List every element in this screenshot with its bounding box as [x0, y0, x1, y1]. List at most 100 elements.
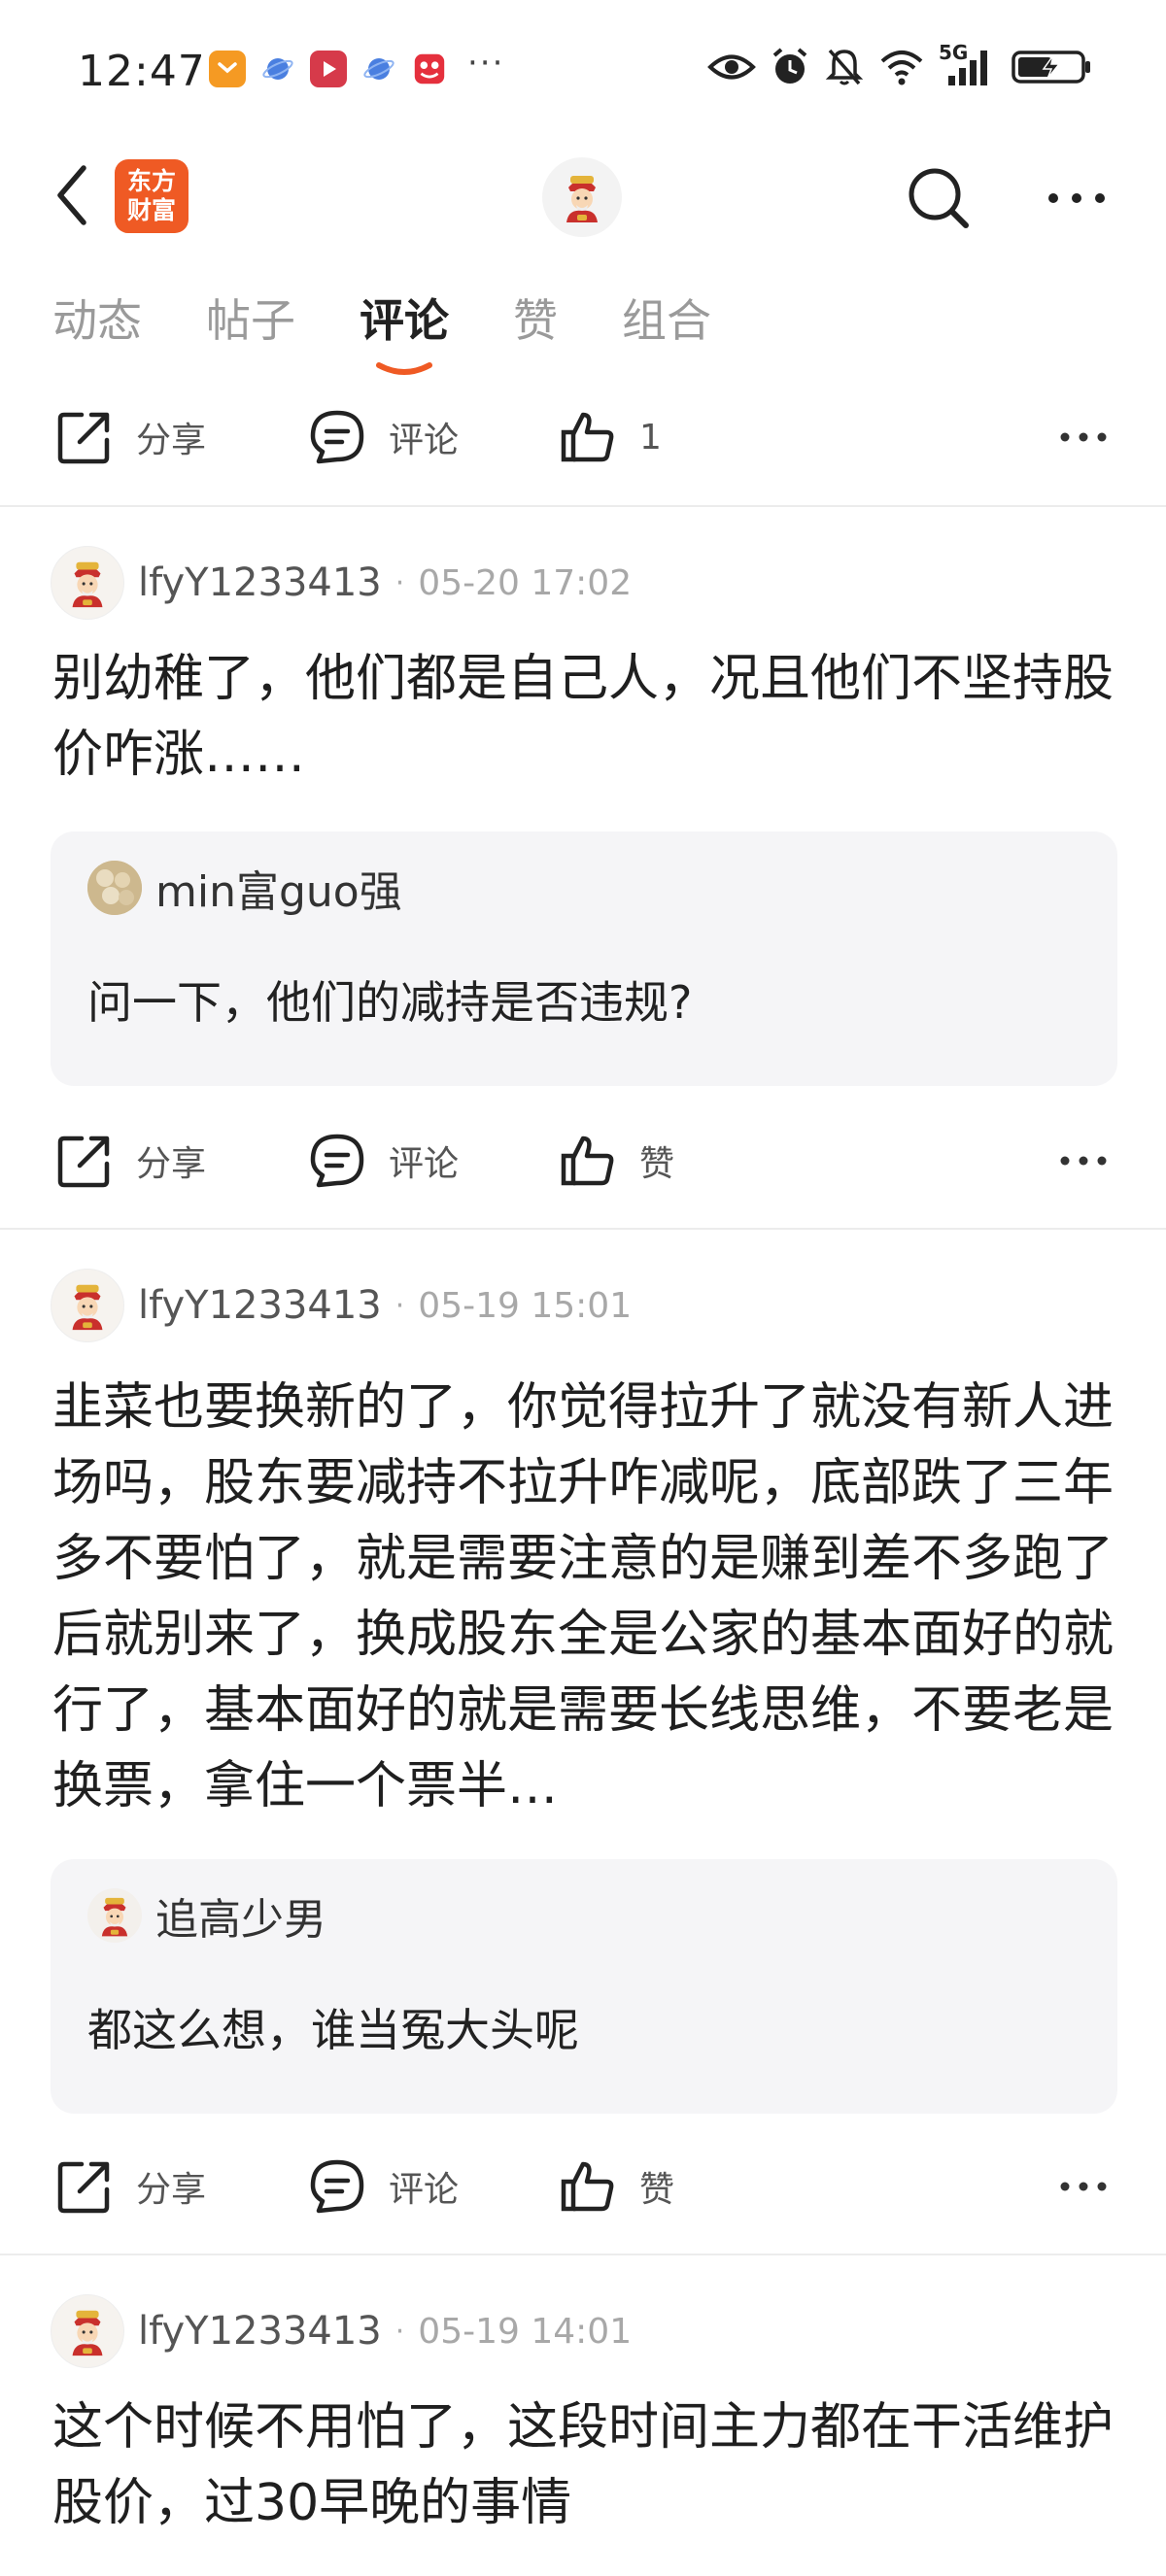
brand-logo-line2: 财富	[126, 196, 176, 224]
comment-time: 05-19 14:01	[418, 2311, 633, 2352]
comment-button[interactable]: 评论	[307, 1131, 459, 1191]
battery-charging-icon	[1012, 51, 1090, 84]
reply-text: 问一下，他们的减持是否违规?	[87, 976, 693, 1029]
reply-username[interactable]: min富guo强	[155, 857, 402, 919]
chestnut-avatar-icon	[87, 861, 142, 915]
username[interactable]: lfyY1233413	[138, 1283, 382, 1328]
fortune-god-avatar-icon	[72, 561, 103, 608]
status-bar: 12:47 ··· 5G	[0, 0, 1166, 146]
thumbs-up-icon	[561, 1135, 614, 1186]
share-label: 分享	[136, 1144, 207, 1184]
back-button[interactable]	[43, 161, 101, 229]
more-options-button[interactable]	[1040, 161, 1114, 235]
tab-portfolio[interactable]: 组合	[622, 291, 711, 369]
brand-logo[interactable]: 东方 财富	[115, 159, 189, 233]
app-notification-icon	[209, 51, 246, 87]
comment-icon	[310, 1134, 364, 1188]
comment-text[interactable]: 这个时候不用怕了，这段时间主力都在干活维护股价，过30早晚的事情	[52, 2390, 1116, 2541]
comment-text[interactable]: 别幼稚了，他们都是自己人，况且他们不坚持股价咋涨……	[52, 641, 1116, 793]
comment-icon	[310, 410, 364, 464]
fortune-god-avatar-icon	[566, 176, 598, 222]
tab-dynamic[interactable]: 动态	[52, 291, 142, 369]
comment-button[interactable]: 评论	[307, 2156, 459, 2217]
reply-text: 都这么想，谁当冤大头呢	[87, 2004, 579, 2056]
like-button[interactable]: 赞	[558, 1131, 674, 1191]
quoted-reply[interactable]: 追高少男 都这么想，谁当冤大头呢	[51, 1859, 1117, 2114]
more-horizontal-icon	[1060, 2182, 1107, 2191]
tab-likes[interactable]: 赞	[513, 291, 558, 369]
comment-header: lfyY1233413 · 05-19 14:01	[51, 2292, 632, 2370]
share-button[interactable]: 分享	[54, 2156, 206, 2217]
share-button[interactable]: 分享	[54, 1131, 206, 1191]
reply-username[interactable]: 追高少男	[155, 1884, 326, 1947]
search-icon	[909, 168, 969, 228]
share-icon	[57, 412, 110, 464]
tab-comments[interactable]: 评论	[360, 291, 449, 375]
comment-text[interactable]: 韭菜也要换新的了，你觉得拉升了就没有新人进场吗，股东要减持不拉升咋减呢，底部跌了…	[52, 1370, 1116, 1824]
separator-dot: ·	[394, 1288, 405, 1323]
user-avatar[interactable]	[51, 2294, 124, 2368]
thumbs-up-icon	[561, 2161, 614, 2212]
thumbs-up-icon	[561, 412, 614, 462]
tab-label: 赞	[513, 294, 558, 347]
search-button[interactable]	[902, 161, 976, 235]
fortune-god-avatar-icon	[101, 1897, 128, 1937]
fortune-god-avatar-icon	[72, 2310, 103, 2356]
comment-header: lfyY1233413 · 05-20 17:02	[51, 544, 632, 622]
like-label: 赞	[639, 1144, 675, 1184]
fortune-god-avatar-icon	[72, 1284, 103, 1331]
reply-header: 追高少男	[87, 1884, 326, 1947]
post-more-button[interactable]	[1059, 407, 1108, 467]
signal-icon: 5G	[939, 41, 997, 87]
comment-icon	[310, 2159, 364, 2214]
share-button[interactable]: 分享	[54, 407, 206, 467]
share-label: 分享	[136, 421, 207, 460]
divider	[0, 2254, 1166, 2255]
username[interactable]: lfyY1233413	[138, 560, 382, 605]
mute-icon	[825, 49, 864, 85]
like-label: 赞	[639, 2170, 675, 2210]
share-label: 分享	[136, 2170, 207, 2210]
active-tab-indicator	[376, 362, 432, 375]
like-button[interactable]: 1	[558, 407, 662, 467]
reply-user-avatar[interactable]	[87, 1888, 142, 1943]
tab-posts[interactable]: 帖子	[206, 291, 295, 369]
planet-app-icon	[259, 51, 296, 87]
notification-icons: ···	[209, 44, 504, 87]
tab-label: 组合	[622, 294, 711, 347]
username[interactable]: lfyY1233413	[138, 2309, 382, 2354]
user-avatar[interactable]	[51, 1269, 124, 1342]
like-button[interactable]: 赞	[558, 2156, 674, 2217]
status-time: 12:47	[78, 47, 206, 96]
action-bar: 分享 评论 1	[0, 384, 1166, 491]
comment-label: 评论	[389, 421, 460, 460]
tab-label: 评论	[360, 294, 449, 347]
tab-label: 动态	[52, 294, 142, 347]
divider	[0, 1228, 1166, 1230]
comment-button[interactable]: 评论	[307, 407, 459, 467]
tab-label: 帖子	[206, 294, 295, 347]
post-more-button[interactable]	[1059, 1131, 1108, 1191]
profile-avatar[interactable]	[542, 157, 622, 237]
more-horizontal-icon	[1060, 1156, 1107, 1166]
shopping-app-icon	[411, 51, 448, 87]
action-bar: 分享 评论 赞	[0, 2133, 1166, 2240]
user-avatar[interactable]	[51, 546, 124, 620]
wifi-icon	[880, 51, 923, 85]
comment-time: 05-20 17:02	[418, 562, 633, 603]
quoted-reply[interactable]: min富guo强 问一下，他们的减持是否违规?	[51, 831, 1117, 1086]
divider	[0, 505, 1166, 507]
reply-user-avatar[interactable]	[87, 861, 142, 915]
profile-tabs: 动态 帖子 评论 赞 组合	[52, 291, 775, 375]
reply-header: min富guo强	[87, 857, 402, 919]
eye-icon	[707, 54, 756, 80]
share-icon	[57, 2161, 110, 2214]
comment-label: 评论	[389, 1144, 460, 1184]
more-horizontal-icon	[1048, 193, 1105, 203]
planet-app-icon-2	[360, 51, 397, 87]
action-bar: 分享 评论 赞	[0, 1107, 1166, 1214]
chevron-left-icon	[57, 165, 86, 225]
system-icons: 5G	[707, 41, 1092, 87]
more-horizontal-icon	[1060, 432, 1107, 442]
post-more-button[interactable]	[1059, 2156, 1108, 2217]
